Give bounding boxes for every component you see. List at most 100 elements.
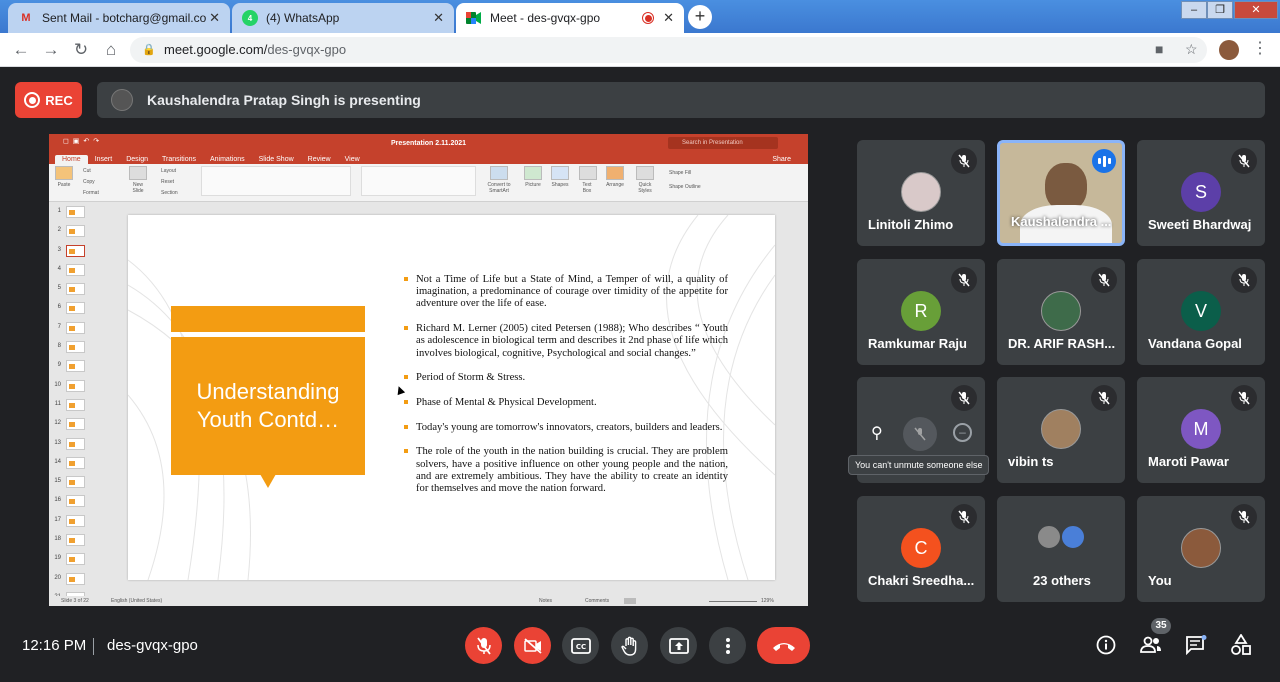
leave-call-button[interactable]: [757, 627, 810, 664]
slide-thumbnail[interactable]: 12: [49, 415, 89, 434]
tab-gmail[interactable]: M Sent Mail - botcharg@gmail.com ✕: [8, 3, 230, 33]
profile-avatar[interactable]: [1219, 40, 1239, 60]
reset-button[interactable]: Reset: [161, 177, 178, 188]
ribbon-tab-design[interactable]: Design: [119, 155, 155, 164]
mute-participant-icon[interactable]: [903, 417, 937, 451]
url-input[interactable]: 🔒 meet.google.com/des-gvqx-gpo: [130, 37, 1207, 63]
ppt-search-input[interactable]: Search in Presentation: [668, 137, 778, 149]
participant-tile[interactable]: R Ramkumar Raju: [857, 259, 985, 365]
slide-thumbnail[interactable]: 20: [49, 570, 89, 589]
remove-participant-icon[interactable]: –: [953, 423, 972, 442]
ppt-share-button[interactable]: Share: [765, 155, 798, 164]
slide-thumbnail[interactable]: 18: [49, 531, 89, 550]
close-icon[interactable]: ✕: [433, 10, 444, 26]
paragraph-group[interactable]: [361, 166, 476, 196]
slide-thumbnail[interactable]: 3: [49, 242, 89, 261]
ribbon-tab-transitions[interactable]: Transitions: [155, 155, 203, 164]
slide-thumbnail[interactable]: 17: [49, 512, 89, 531]
ribbon-tab-animations[interactable]: Animations: [203, 155, 252, 164]
slide-thumbnail[interactable]: 13: [49, 435, 89, 454]
participant-tile-presenter[interactable]: Kaushalendra ...: [997, 140, 1125, 246]
present-now-button[interactable]: [660, 627, 697, 664]
activities-button[interactable]: [1229, 633, 1253, 657]
mic-off-icon: [1231, 267, 1257, 293]
mic-toggle-button[interactable]: [465, 627, 502, 664]
picture-button[interactable]: Picture: [524, 166, 542, 188]
participant-tile-self[interactable]: You: [1137, 496, 1265, 602]
participant-tile[interactable]: Linitoli Zhimo: [857, 140, 985, 246]
back-icon[interactable]: ←: [10, 39, 32, 61]
slide-thumbnail[interactable]: 1: [49, 203, 89, 222]
participant-tile[interactable]: vibin ts: [997, 377, 1125, 483]
participant-tile-others[interactable]: 23 others: [997, 496, 1125, 602]
recording-indicator[interactable]: REC: [15, 82, 82, 118]
new-tab-button[interactable]: +: [688, 5, 712, 29]
people-button[interactable]: [1139, 633, 1163, 657]
participant-tile[interactable]: S Sweeti Bhardwaj: [1137, 140, 1265, 246]
minimize-button[interactable]: –: [1181, 1, 1207, 19]
cut-button[interactable]: Cut: [83, 166, 99, 177]
participant-tile[interactable]: C Chakri Sreedha...: [857, 496, 985, 602]
more-options-button[interactable]: [709, 627, 746, 664]
shape-outline-button[interactable]: Shape Outline: [669, 180, 701, 194]
window-close-button[interactable]: ✕: [1234, 1, 1278, 19]
comments-button[interactable]: Comments: [585, 596, 609, 606]
participant-tile[interactable]: DR. ARIF RASH...: [997, 259, 1125, 365]
captions-button[interactable]: CC: [562, 627, 599, 664]
quick-styles-button[interactable]: Quick Styles: [635, 166, 655, 194]
convert-smartart-button[interactable]: Convert to SmartArt: [481, 166, 517, 194]
pin-icon[interactable]: ⚲: [871, 423, 883, 443]
layout-button[interactable]: Layout: [161, 166, 178, 177]
ribbon-tab-home[interactable]: Home: [55, 155, 88, 164]
meeting-details-button[interactable]: [1094, 633, 1118, 657]
slide-thumbnail[interactable]: 7: [49, 319, 89, 338]
slide-thumbnail[interactable]: 14: [49, 454, 89, 473]
ribbon-tab-slideshow[interactable]: Slide Show: [252, 155, 301, 164]
ribbon-tab-insert[interactable]: Insert: [88, 155, 120, 164]
raise-hand-button[interactable]: [611, 627, 648, 664]
zoom-slider[interactable]: [709, 601, 757, 602]
notes-button[interactable]: Notes: [539, 596, 552, 606]
slide-thumbnail[interactable]: 6: [49, 299, 89, 318]
font-group[interactable]: [201, 166, 351, 196]
tab-whatsapp[interactable]: 4 (4) WhatsApp ✕: [232, 3, 454, 33]
section-button[interactable]: Section: [161, 188, 178, 199]
slide-thumbnail[interactable]: 8: [49, 338, 89, 357]
new-slide-button[interactable]: New Slide: [127, 166, 149, 194]
ribbon-tab-view[interactable]: View: [338, 155, 367, 164]
format-painter-button[interactable]: Format: [83, 188, 99, 199]
reload-icon[interactable]: ↻: [70, 39, 92, 61]
maximize-button[interactable]: ❐: [1207, 1, 1233, 19]
normal-view-icon[interactable]: [624, 598, 636, 604]
camera-toggle-button[interactable]: [514, 627, 551, 664]
slide-thumbnail[interactable]: 4: [49, 261, 89, 280]
slide-thumbnail[interactable]: 2: [49, 222, 89, 241]
tab-meet[interactable]: Meet - des-gvqx-gpo ✕: [456, 3, 684, 33]
participant-tile[interactable]: M Maroti Pawar: [1137, 377, 1265, 483]
copy-button[interactable]: Copy: [83, 177, 99, 188]
slide-thumbnail-image: [66, 206, 85, 218]
bookmark-star-icon[interactable]: ☆: [1185, 41, 1198, 58]
mic-off-icon: [476, 636, 491, 655]
text-box-button[interactable]: Text Box: [579, 166, 597, 194]
forward-icon[interactable]: →: [40, 39, 62, 61]
slide-thumbnail[interactable]: 5: [49, 280, 89, 299]
close-icon[interactable]: ✕: [209, 10, 220, 26]
slide-thumbnail[interactable]: 10: [49, 377, 89, 396]
chat-button[interactable]: [1184, 633, 1208, 657]
participant-tile[interactable]: V Vandana Gopal: [1137, 259, 1265, 365]
shapes-button[interactable]: Shapes: [551, 166, 569, 188]
camera-icon[interactable]: ■: [1155, 41, 1163, 57]
slide-thumbnail[interactable]: 19: [49, 550, 89, 569]
slide-thumbnail[interactable]: 16: [49, 492, 89, 511]
ribbon-tab-review[interactable]: Review: [301, 155, 338, 164]
close-icon[interactable]: ✕: [663, 10, 674, 26]
slide-thumbnail[interactable]: 9: [49, 357, 89, 376]
slide-thumbnail[interactable]: 11: [49, 396, 89, 415]
paste-button[interactable]: Paste: [55, 166, 73, 188]
home-icon[interactable]: ⌂: [100, 39, 122, 61]
browser-menu-icon[interactable]: ⋮: [1252, 39, 1268, 59]
shape-fill-button[interactable]: Shape Fill: [669, 166, 701, 180]
arrange-button[interactable]: Arrange: [606, 166, 624, 188]
slide-thumbnail[interactable]: 15: [49, 473, 89, 492]
